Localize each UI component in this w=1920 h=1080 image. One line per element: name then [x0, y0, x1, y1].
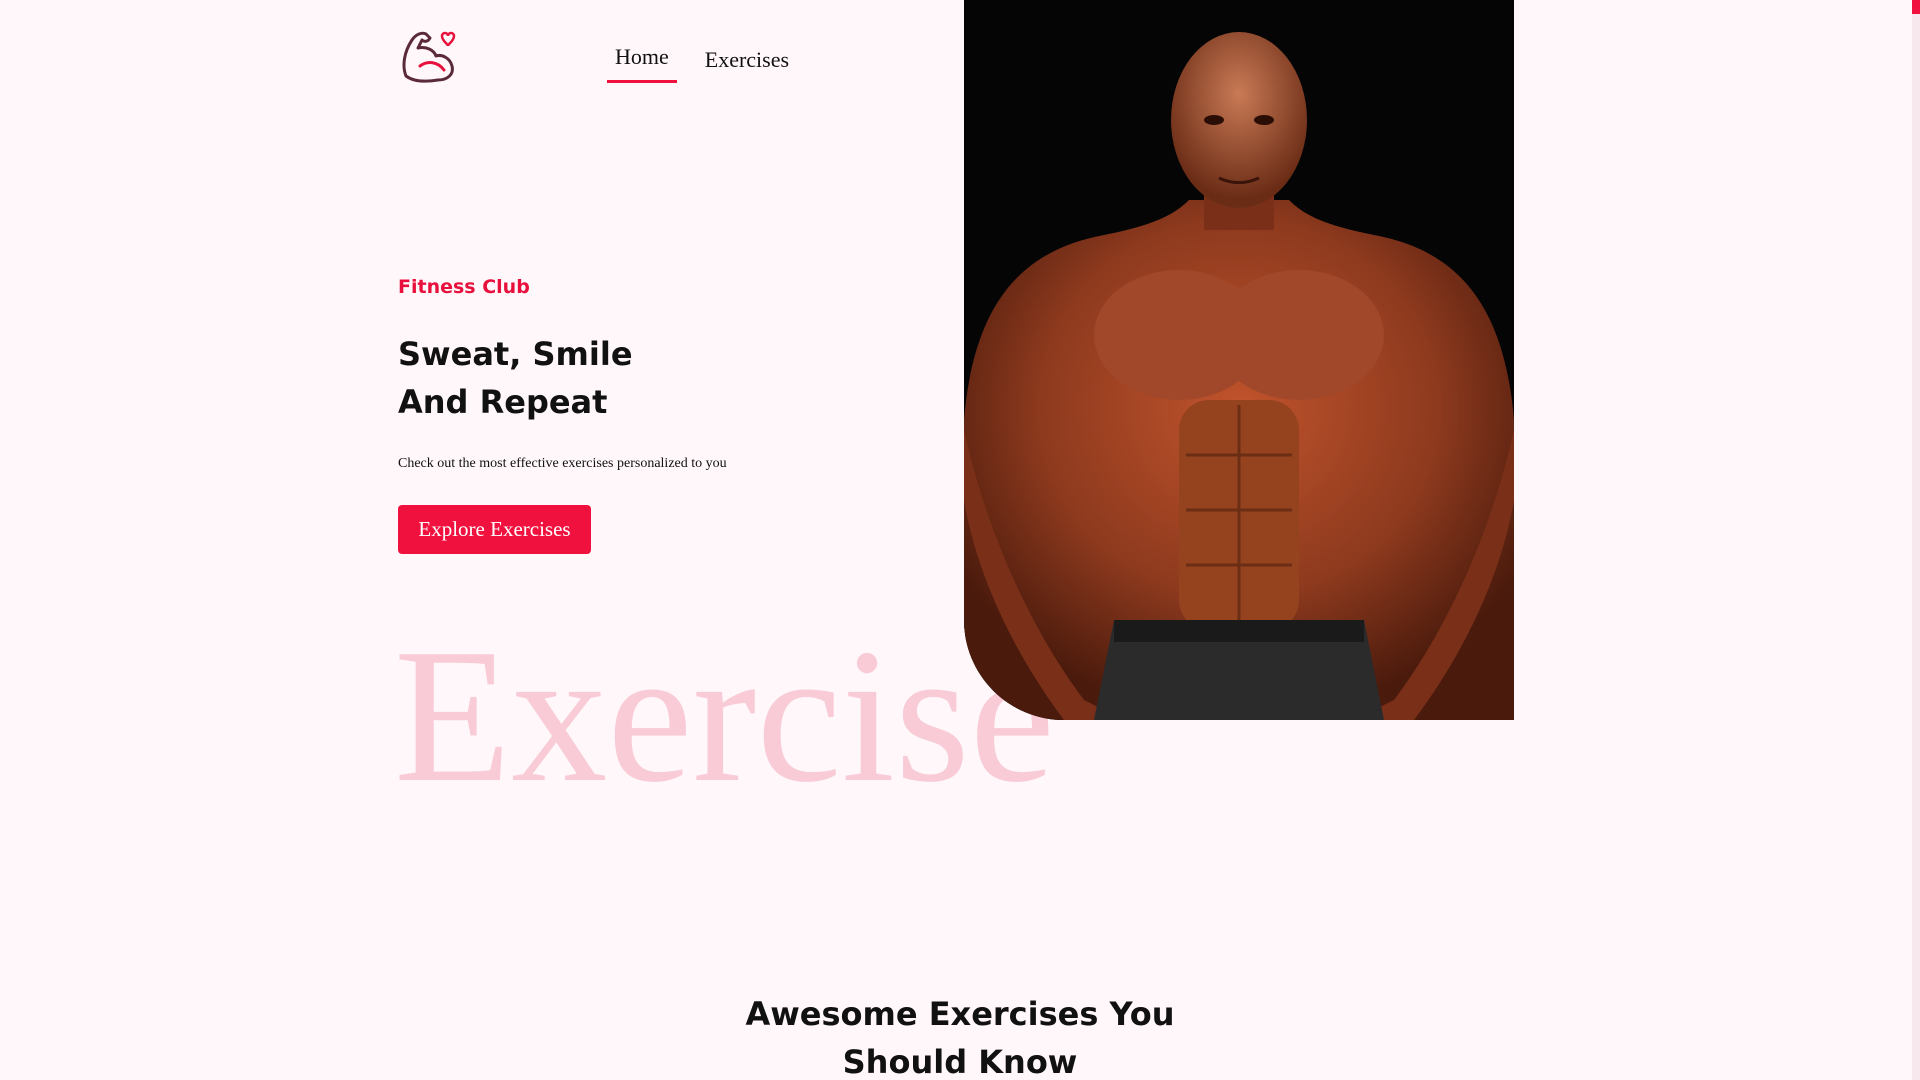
hero-subtitle: Check out the most effective exercises p…	[398, 456, 727, 471]
hero-headline-line1: Sweat, Smile	[398, 335, 633, 373]
main-nav: Home Exercises	[607, 44, 797, 85]
hero-banner-image	[964, 0, 1514, 720]
nav-exercises-link[interactable]: Exercises	[697, 47, 797, 85]
hero-headline: Sweat, Smile And Repeat	[398, 330, 798, 426]
page: Home Exercises Fitness Club Sweat, Smile…	[0, 0, 1920, 1080]
flexed-arm-heart-icon	[402, 31, 456, 83]
bodybuilder-illustration	[964, 0, 1514, 720]
section-title-line1: Awesome Exercises You	[745, 995, 1175, 1033]
logo[interactable]	[398, 26, 462, 84]
page-scrollbar[interactable]	[1912, 0, 1920, 1080]
section-title-line2: Should Know	[842, 1043, 1078, 1080]
scrollbar-thumb[interactable]	[1912, 0, 1920, 14]
hero-watermark: Exercise	[394, 609, 1055, 822]
section-title: Awesome Exercises You Should Know	[700, 990, 1220, 1080]
explore-exercises-button[interactable]: Explore Exercises	[398, 505, 591, 554]
hero-eyebrow: Fitness Club	[398, 276, 530, 298]
hero-headline-line2: And Repeat	[398, 383, 608, 421]
nav-home-link[interactable]: Home	[607, 44, 677, 83]
